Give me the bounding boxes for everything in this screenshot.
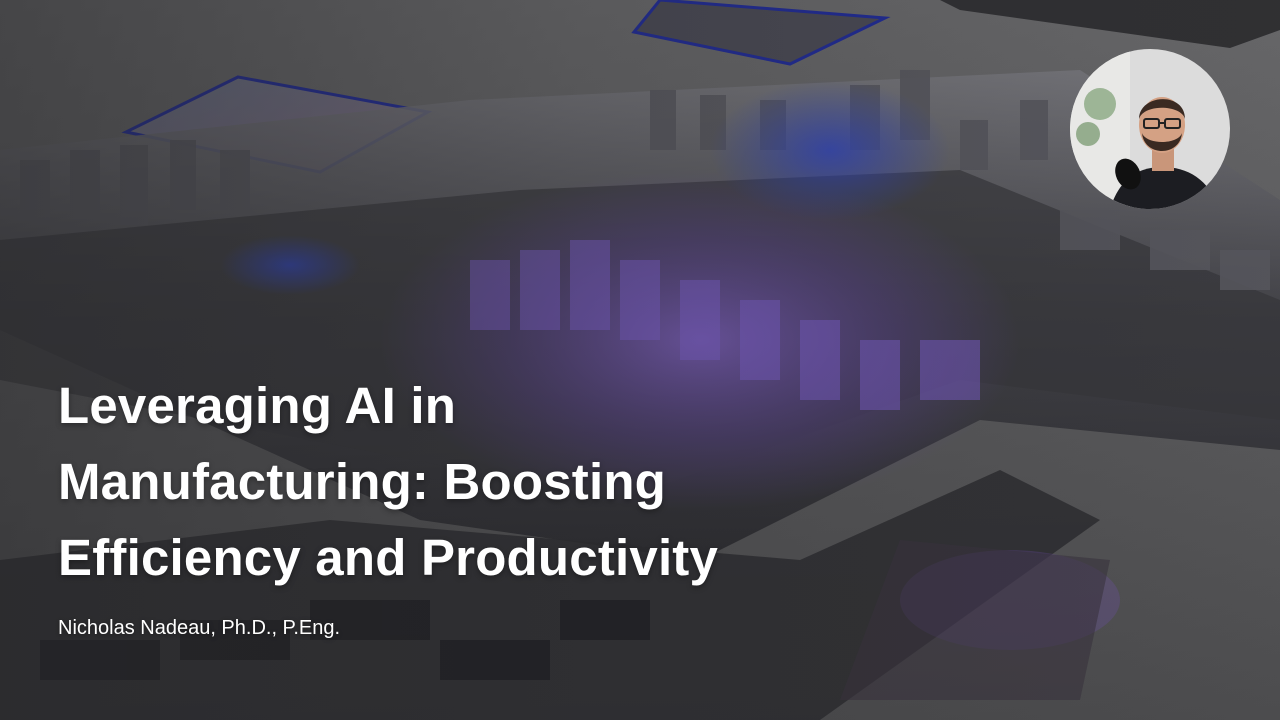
presenter-webcam-avatar	[1070, 49, 1230, 209]
person-icon	[1070, 49, 1230, 209]
title-line-3: Efficiency and Productivity	[58, 529, 719, 586]
presenter-name: Nicholas Nadeau, Ph.D., P.Eng.	[58, 617, 341, 639]
title-line-2: Manufacturing: Boosting	[58, 453, 667, 510]
title-line-1: Leveraging AI in	[58, 377, 457, 434]
title-slide: Leveraging AI in Manufacturing: Boosting…	[0, 0, 1280, 720]
slide-title: Leveraging AI in Manufacturing: Boosting…	[58, 368, 958, 596]
